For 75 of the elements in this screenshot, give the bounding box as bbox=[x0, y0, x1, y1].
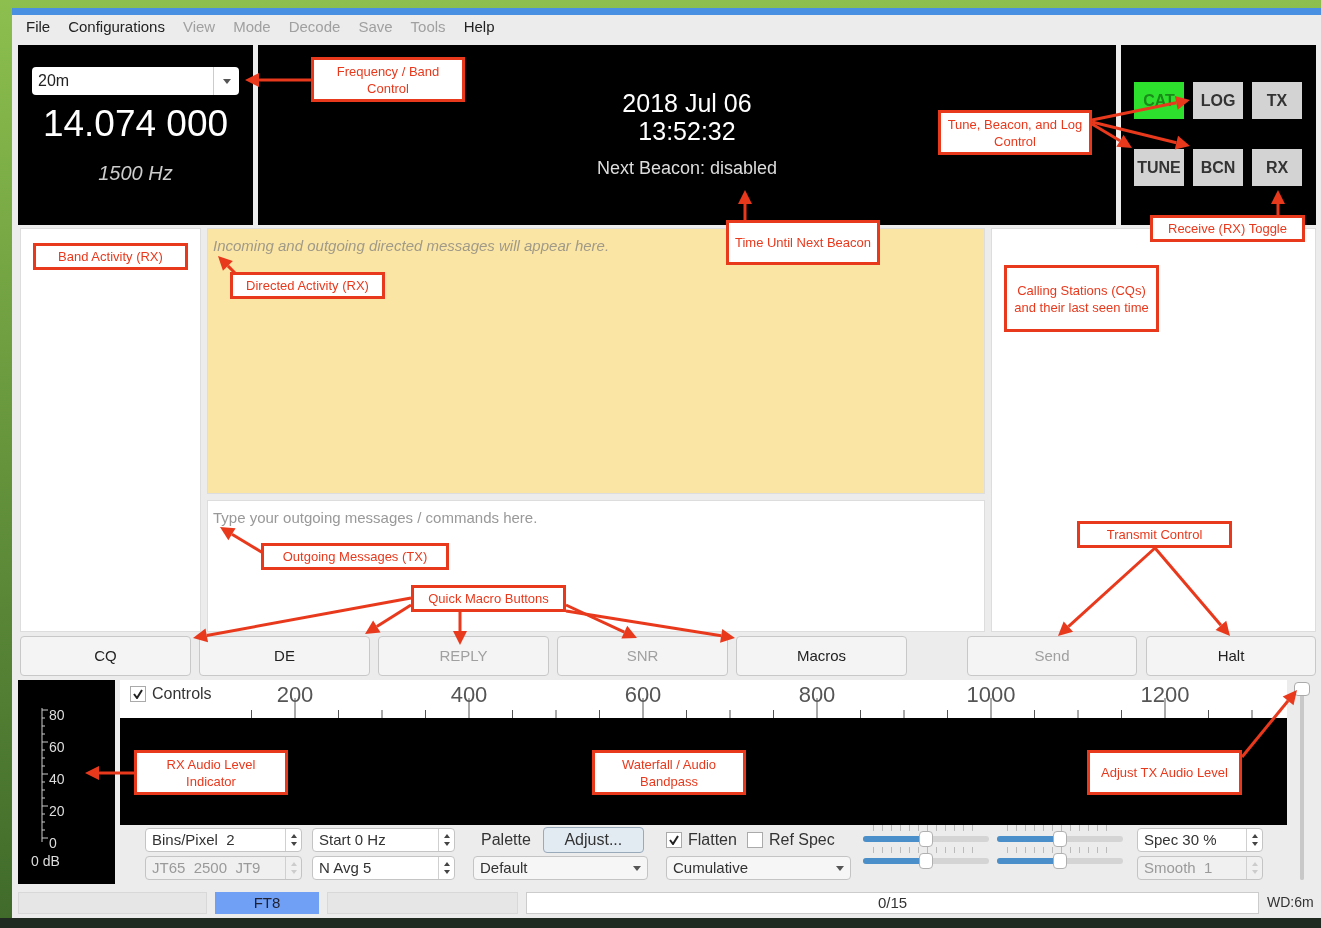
slider[interactable] bbox=[863, 853, 989, 869]
watchdog-label: WD:6m bbox=[1267, 893, 1314, 912]
toggle-button[interactable]: LOG bbox=[1193, 82, 1243, 119]
callout-arrow bbox=[1271, 190, 1285, 215]
caret-icon bbox=[633, 865, 641, 871]
transmit-button[interactable]: Halt bbox=[1146, 636, 1316, 676]
macro-button[interactable]: CQ bbox=[20, 636, 191, 676]
check-icon bbox=[669, 835, 679, 845]
callout-label: Band Activity (RX) bbox=[33, 243, 188, 270]
scale-label: 20 bbox=[49, 803, 65, 819]
callout-label: Adjust TX Audio Level bbox=[1087, 750, 1242, 795]
toggle-button[interactable]: BCN bbox=[1193, 149, 1243, 186]
callout-label: Frequency / Band Control bbox=[311, 57, 465, 102]
callout-label: Receive (RX) Toggle bbox=[1150, 215, 1305, 242]
adjust-button[interactable]: Adjust... bbox=[542, 827, 644, 853]
callout-arrow bbox=[453, 611, 467, 645]
scale-label: 200 bbox=[276, 682, 314, 707]
dropdown[interactable]: Default bbox=[473, 856, 648, 880]
toggle-button[interactable]: RX bbox=[1252, 149, 1302, 186]
callout-label: Calling Stations (CQs) and their last seen time bbox=[1004, 265, 1159, 332]
callout-arrow bbox=[738, 190, 752, 220]
slider[interactable] bbox=[863, 831, 989, 847]
check-icon bbox=[133, 689, 143, 699]
spin-box[interactable]: Start 0 Hz bbox=[312, 828, 455, 852]
callout-arrow bbox=[1240, 690, 1297, 758]
callout-arrow bbox=[85, 766, 134, 780]
callout-label: Time Until Next Beacon bbox=[726, 220, 880, 265]
macro-button[interactable]: DE bbox=[199, 636, 370, 676]
scale-label: 400 bbox=[450, 682, 488, 707]
time-text: 13:52:32 bbox=[638, 117, 736, 145]
scale-label: 800 bbox=[798, 682, 836, 707]
callout-label: Tune, Beacon, and Log Control bbox=[938, 110, 1092, 155]
callout-label: Transmit Control bbox=[1077, 521, 1232, 548]
callout-label: Outgoing Messages (TX) bbox=[261, 543, 449, 570]
date-text: 2018 Jul 06 bbox=[622, 89, 752, 117]
beacon-status: Next Beacon: disabled bbox=[596, 157, 778, 180]
menu-item[interactable]: Help bbox=[463, 16, 495, 39]
tx-level-slider[interactable] bbox=[1293, 682, 1311, 880]
spin-box[interactable]: Spec 30 % bbox=[1137, 828, 1263, 852]
spin-box[interactable]: Bins/Pixel 2 bbox=[145, 828, 302, 852]
scale-label: 1200 bbox=[1140, 682, 1190, 707]
slider[interactable] bbox=[997, 853, 1123, 869]
offset-readout: 1500 Hz bbox=[98, 161, 173, 186]
toggle-button[interactable]: TX bbox=[1252, 82, 1302, 119]
callout-label: Waterfall / Audio Bandpass bbox=[592, 750, 746, 795]
slider[interactable] bbox=[997, 831, 1123, 847]
scale-label: 600 bbox=[624, 682, 662, 707]
mode-indicator: FT8 bbox=[215, 891, 319, 914]
callout-label: RX Audio Level Indicator bbox=[134, 750, 288, 795]
scale-label: 40 bbox=[49, 771, 65, 787]
scale-label: 1000 bbox=[966, 682, 1016, 707]
scale-label: 60 bbox=[49, 739, 65, 755]
caret-icon bbox=[222, 78, 231, 84]
progress-field: 0/15 bbox=[526, 891, 1259, 914]
band-dropdown[interactable]: 20m bbox=[32, 67, 239, 95]
scale-label: 0 bbox=[49, 835, 57, 851]
checkbox[interactable]: Controls bbox=[130, 682, 212, 706]
callout-arrow bbox=[220, 527, 264, 555]
palette-label: Palette bbox=[480, 830, 532, 850]
scale-label: 80 bbox=[49, 707, 65, 723]
callout-arrow bbox=[245, 73, 311, 87]
menu-item[interactable]: File bbox=[26, 16, 51, 39]
menu-item[interactable]: Configurations bbox=[68, 16, 165, 39]
toggle-button[interactable]: TUNE bbox=[1134, 149, 1184, 186]
callout-label: Quick Macro Buttons bbox=[411, 585, 566, 612]
spin-box[interactable]: N Avg 5 bbox=[312, 856, 455, 880]
level-reading: 0 dB bbox=[31, 853, 60, 869]
checkbox[interactable]: Flatten bbox=[666, 828, 737, 852]
frequency-readout: 14.074 000 bbox=[42, 105, 229, 142]
caret-icon bbox=[836, 865, 844, 871]
checkbox[interactable]: Ref Spec bbox=[746, 828, 835, 852]
callout-label: Directed Activity (RX) bbox=[230, 272, 385, 299]
macro-button[interactable]: Macros bbox=[736, 636, 907, 676]
dropdown[interactable]: Cumulative bbox=[666, 856, 851, 880]
placeholder-text: Incoming and outgoing directed messages will appear here. bbox=[213, 237, 610, 254]
